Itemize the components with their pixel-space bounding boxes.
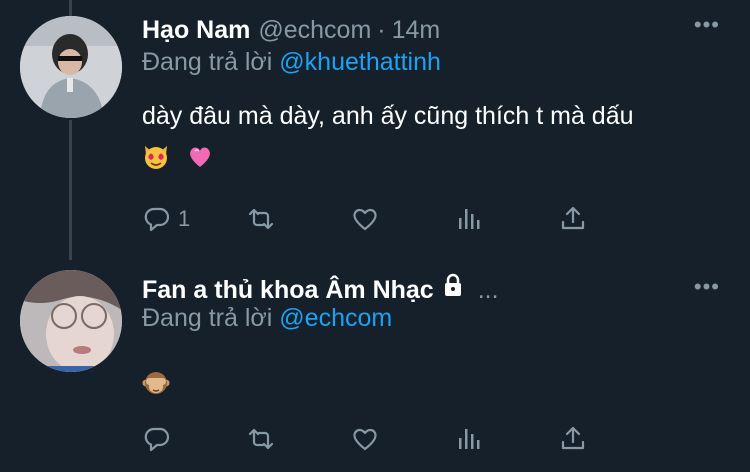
share-button[interactable] xyxy=(558,204,662,234)
replying-to-label: Đang trả lời xyxy=(142,304,273,332)
avatar[interactable] xyxy=(20,270,122,372)
emoji-row xyxy=(142,368,730,398)
user-handle[interactable]: @echcom xyxy=(258,16,371,45)
reply-icon xyxy=(144,207,170,232)
analytics-button[interactable] xyxy=(454,424,558,454)
replying-to: Đang trả lời @khuethattinh xyxy=(142,48,730,82)
tweet[interactable]: Hạo Nam @echcom · 14m Đang trả lời @khue… xyxy=(0,0,750,262)
pink-heart-emoji xyxy=(190,147,210,167)
more-options-button[interactable]: ••• xyxy=(694,12,720,38)
more-options-button[interactable]: ••• xyxy=(694,274,720,300)
reply-button[interactable] xyxy=(142,424,246,454)
tweet[interactable]: Fan a thủ khoa Âm Nhạc ... Đang trả lời … xyxy=(0,262,750,472)
analytics-icon xyxy=(459,209,480,229)
tweet-actions: 1 xyxy=(142,204,662,234)
share-icon xyxy=(561,426,585,450)
replying-to-label: Đang trả lời xyxy=(142,48,273,76)
display-name[interactable]: Hạo Nam xyxy=(142,16,250,45)
heart-icon xyxy=(353,428,377,451)
tweet-content: Hạo Nam @echcom · 14m Đang trả lời @khue… xyxy=(142,16,730,171)
separator-dot: · xyxy=(377,16,386,44)
like-button[interactable] xyxy=(350,204,454,234)
timestamp[interactable]: 14m xyxy=(392,16,441,45)
display-name[interactable]: Fan a thủ khoa Âm Nhạc xyxy=(142,276,434,305)
tweet-header: Fan a thủ khoa Âm Nhạc ... xyxy=(142,272,730,306)
heart-eyes-cat-emoji xyxy=(145,146,167,169)
reply-button[interactable]: 1 xyxy=(142,204,246,234)
tweet-actions xyxy=(142,424,662,454)
avatar[interactable] xyxy=(20,16,122,118)
avatar-photo xyxy=(20,16,122,118)
avatar-photo xyxy=(20,270,122,372)
share-icon xyxy=(561,206,585,230)
tweet-text: dày đâu mà dày, anh ấy cũng thích t mà d… xyxy=(142,102,634,130)
reply-count: 1 xyxy=(178,206,191,231)
see-no-evil-monkey-emoji xyxy=(142,372,170,394)
tweet-header: Hạo Nam @echcom · 14m xyxy=(142,16,730,50)
tweet-content: Fan a thủ khoa Âm Nhạc ... Đang trả lời … xyxy=(142,272,730,398)
share-button[interactable] xyxy=(558,424,662,454)
retweet-button[interactable] xyxy=(246,424,350,454)
mention-link[interactable]: @echcom xyxy=(279,304,392,332)
retweet-icon xyxy=(248,208,274,230)
reply-icon xyxy=(144,427,170,452)
emoji-row xyxy=(142,141,730,171)
analytics-icon xyxy=(459,429,480,449)
lock-icon xyxy=(444,273,461,296)
heart-icon xyxy=(353,208,377,231)
retweet-icon xyxy=(248,428,274,450)
replying-to: Đang trả lời @echcom xyxy=(142,304,730,338)
retweet-button[interactable] xyxy=(246,204,350,234)
like-button[interactable] xyxy=(350,424,454,454)
mention-link[interactable]: @khuethattinh xyxy=(279,48,441,76)
handle-truncated: ... xyxy=(477,276,499,304)
analytics-button[interactable] xyxy=(454,204,558,234)
